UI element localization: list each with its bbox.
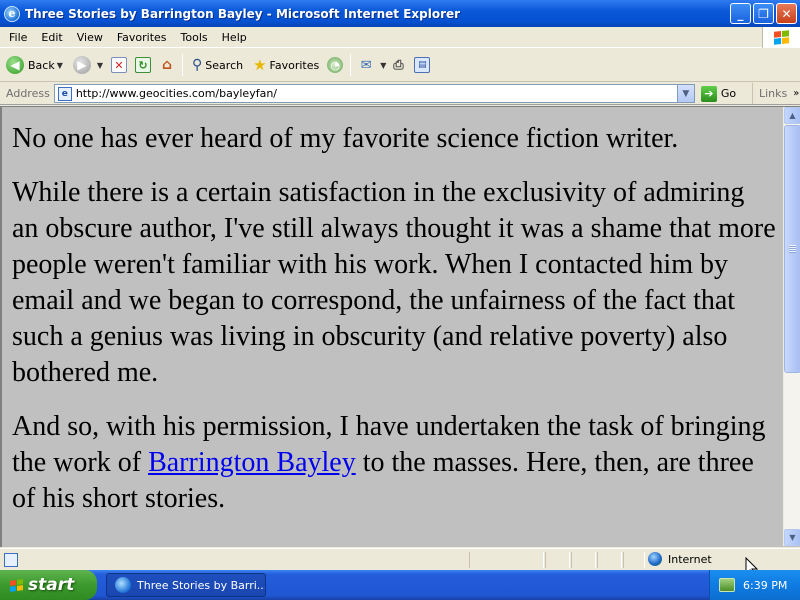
content-viewport: No one has ever heard of my favorite sci… — [0, 106, 800, 547]
page-status-icon — [4, 552, 18, 567]
taskbar-item-label: Three Stories by Barri... — [137, 578, 266, 592]
security-zone[interactable]: Internet — [648, 552, 712, 566]
stop-icon[interactable]: ✕ — [111, 57, 128, 73]
go-arrow-icon: ➔ — [700, 85, 717, 102]
taskbar: start Three Stories by Barri... 6:39 PM — [0, 570, 800, 600]
scroll-down-button[interactable]: ▼ — [784, 529, 800, 546]
back-arrow-icon: ◀ — [6, 56, 24, 74]
grip-icon — [789, 245, 796, 253]
maximize-button[interactable]: ❐ — [753, 3, 774, 24]
status-bar: Internet — [0, 548, 800, 570]
chevron-right-icon[interactable]: » — [793, 88, 799, 99]
status-cell — [545, 552, 570, 568]
windows-flag-icon — [10, 578, 23, 592]
title-bar[interactable]: e Three Stories by Barrington Bayley - M… — [0, 0, 800, 27]
address-bar: Address e http://www.geocities.com/bayle… — [0, 83, 800, 105]
menu-edit[interactable]: Edit — [34, 31, 69, 44]
menu-favorites[interactable]: Favorites — [110, 31, 174, 44]
star-icon: ★ — [253, 56, 267, 74]
toolbar-separator — [182, 54, 184, 76]
refresh-icon[interactable]: ↻ — [135, 57, 152, 73]
edit-page-icon[interactable]: ▤ — [414, 57, 431, 73]
favorites-label: Favorites — [269, 58, 320, 72]
paragraph-3: And so, with his permission, I have unde… — [12, 409, 777, 517]
go-label: Go — [720, 87, 737, 100]
go-button[interactable]: ➔ Go — [700, 85, 737, 102]
address-dropdown-icon[interactable]: ▼ — [676, 85, 694, 102]
menu-tools[interactable]: Tools — [174, 31, 215, 44]
windows-logo-icon — [762, 27, 800, 48]
ie-icon: e — [4, 5, 20, 22]
address-input[interactable]: e http://www.geocities.com/bayleyfan/ ▼ — [53, 84, 695, 103]
clock[interactable]: 6:39 PM — [743, 579, 787, 592]
menu-help[interactable]: Help — [215, 31, 254, 44]
address-label: Address — [6, 87, 50, 100]
menu-view[interactable]: View — [70, 31, 110, 44]
mail-icon[interactable]: ✉ — [358, 57, 374, 73]
status-cell — [623, 552, 645, 568]
scroll-up-button[interactable]: ▲ — [784, 107, 800, 124]
home-icon[interactable]: ⌂ — [159, 57, 175, 73]
page-icon: e — [57, 86, 72, 101]
system-tray: 6:39 PM — [709, 570, 800, 600]
history-icon[interactable]: ◔ — [327, 57, 344, 73]
print-icon[interactable]: ⎙ — [390, 57, 406, 73]
author-link[interactable]: Barrington Bayley — [148, 447, 356, 478]
forward-button[interactable]: ▶ ▼ — [69, 52, 107, 78]
forward-dropdown-icon[interactable]: ▼ — [97, 61, 103, 70]
menu-file[interactable]: File — [0, 31, 34, 44]
start-button[interactable]: start — [0, 570, 97, 600]
address-url[interactable]: http://www.geocities.com/bayleyfan/ — [76, 87, 277, 100]
ie-icon — [115, 577, 131, 593]
links-label: Links — [759, 87, 788, 100]
network-icon[interactable] — [719, 578, 735, 592]
forward-arrow-icon: ▶ — [72, 56, 91, 74]
status-cell — [469, 552, 544, 568]
page-body: No one has ever heard of my favorite sci… — [12, 121, 777, 535]
search-button[interactable]: ⚲ Search — [188, 52, 247, 78]
search-label: Search — [205, 58, 244, 72]
minimize-button[interactable]: _ — [730, 3, 751, 24]
menu-bar: File Edit View Favorites Tools Help — [0, 27, 800, 48]
status-cell — [571, 552, 596, 568]
taskbar-item-ie[interactable]: Three Stories by Barri... — [106, 573, 266, 597]
window-title: Three Stories by Barrington Bayley - Mic… — [25, 6, 461, 21]
back-button[interactable]: ◀ Back ▼ — [2, 52, 67, 78]
vertical-scrollbar[interactable]: ▲ ▼ — [783, 107, 800, 546]
search-icon: ⚲ — [192, 57, 203, 73]
scroll-thumb[interactable] — [784, 125, 800, 373]
close-button[interactable]: ✕ — [776, 3, 797, 24]
toolbar-separator — [350, 54, 352, 76]
favorites-button[interactable]: ★ Favorites — [249, 52, 323, 78]
standard-toolbar: ◀ Back ▼ ▶ ▼ ✕ ↻ ⌂ ⚲ Search ★ Favorites … — [0, 49, 800, 82]
status-cell — [597, 552, 622, 568]
start-label: start — [28, 575, 75, 595]
window-controls: _ ❐ ✕ — [730, 3, 797, 24]
mail-dropdown-icon[interactable]: ▼ — [380, 61, 386, 70]
links-toolbar[interactable]: Links » — [752, 83, 800, 104]
paragraph-2: While there is a certain satisfaction in… — [12, 177, 776, 388]
paragraph-1: No one has ever heard of my favorite sci… — [12, 123, 679, 154]
back-dropdown-icon[interactable]: ▼ — [57, 61, 63, 70]
zone-label: Internet — [668, 552, 712, 566]
back-label: Back — [28, 58, 55, 72]
globe-icon — [648, 552, 662, 566]
